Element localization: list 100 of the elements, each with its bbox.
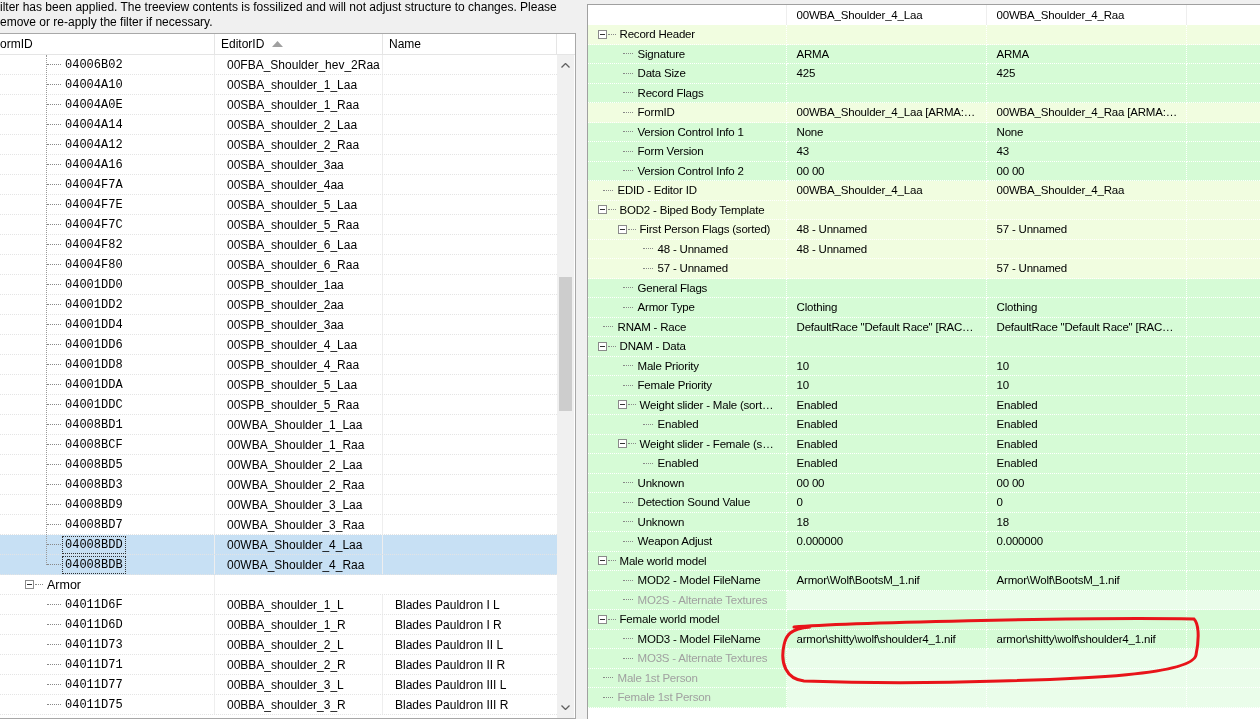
- collapse-icon[interactable]: [597, 341, 607, 351]
- form-id-cell[interactable]: 04004A14: [63, 116, 125, 133]
- scroll-up-icon[interactable]: [561, 63, 570, 68]
- value-cell[interactable]: Enabled: [986, 454, 1187, 474]
- editor-id-cell[interactable]: 00WBA_Shoulder_3_Raa: [227, 517, 365, 532]
- record-row[interactable]: 04001DD2 00SPB_shoulder_2aa: [0, 295, 557, 315]
- value-cell[interactable]: 00WBA_Shoulder_4_Raa: [986, 181, 1187, 201]
- value-cell[interactable]: Armor\Wolf\BootsM_1.nif: [786, 571, 987, 591]
- form-id-cell[interactable]: 04006B02: [63, 56, 125, 73]
- scrollbar[interactable]: [557, 55, 574, 718]
- record-row[interactable]: 04001DD0 00SPB_shoulder_1aa: [0, 275, 557, 295]
- editor-id-cell[interactable]: 00WBA_Shoulder_3_Laa: [227, 497, 363, 512]
- editor-id-cell[interactable]: 00WBA_Shoulder_1_Laa: [227, 417, 363, 432]
- form-id-cell[interactable]: 04004F82: [63, 236, 125, 253]
- editor-id-cell[interactable]: 00FBA_Shoulder_hev_2Raa: [227, 57, 380, 72]
- record-row[interactable]: 04008BD3 00WBA_Shoulder_2_Raa: [0, 475, 557, 495]
- form-id-cell[interactable]: 04001DD2: [63, 296, 125, 313]
- field-label-cell[interactable]: BOD2 - Biped Body Template: [587, 200, 787, 220]
- record-row[interactable]: 04011D75 00BBA_shoulder_3_R Blades Pauldron III R: [0, 695, 557, 715]
- collapse-icon[interactable]: [617, 439, 627, 449]
- form-id-cell[interactable]: 04011D6F: [63, 596, 125, 613]
- editor-id-cell[interactable]: 00BBA_shoulder_1_R: [227, 617, 346, 632]
- editor-id-cell[interactable]: 00SBA_shoulder_5_Raa: [227, 217, 360, 232]
- record-row[interactable]: 04008BD9 00WBA_Shoulder_3_Laa: [0, 495, 557, 515]
- record-row[interactable]: 04008BD1 00WBA_Shoulder_1_Laa: [0, 415, 557, 435]
- record-row[interactable]: 04001DD6 00SPB_shoulder_4_Laa: [0, 335, 557, 355]
- editor-id-cell[interactable]: 00BBA_shoulder_3_R: [227, 697, 346, 712]
- value-cell[interactable]: 0: [986, 493, 1187, 513]
- field-label-cell[interactable]: Enabled: [587, 454, 787, 474]
- name-cell[interactable]: Blades Pauldron II L: [395, 637, 504, 652]
- value-cell[interactable]: 57 - Unnamed: [986, 220, 1187, 240]
- field-label-cell[interactable]: Male world model: [587, 551, 787, 571]
- name-cell[interactable]: Blades Pauldron III L: [395, 677, 507, 692]
- value-cell[interactable]: Clothing: [986, 298, 1187, 318]
- editor-id-cell[interactable]: 00BBA_shoulder_2_R: [227, 657, 346, 672]
- value-cell[interactable]: [786, 649, 987, 669]
- field-label-cell[interactable]: Version Control Info 1: [587, 122, 787, 142]
- name-cell[interactable]: Blades Pauldron III R: [395, 697, 509, 712]
- value-cell[interactable]: 00WBA_Shoulder_4_Laa [ARMA:…: [786, 103, 987, 123]
- editor-id-cell[interactable]: 00SBA_shoulder_2_Raa: [227, 137, 360, 152]
- group-label[interactable]: Armor: [47, 577, 82, 592]
- column-header[interactable]: ormID: [0, 34, 215, 54]
- field-label-cell[interactable]: General Flags: [587, 278, 787, 298]
- field-label-cell[interactable]: Record Flags: [587, 83, 787, 103]
- collapse-icon[interactable]: [597, 614, 607, 624]
- name-cell[interactable]: Blades Pauldron I L: [395, 597, 500, 612]
- form-id-cell[interactable]: 04011D77: [63, 676, 125, 693]
- value-cell[interactable]: [786, 688, 987, 708]
- value-cell[interactable]: [986, 649, 1187, 669]
- form-id-cell[interactable]: 04001DD6: [63, 336, 125, 353]
- editor-id-cell[interactable]: 00SBA_shoulder_1_Laa: [227, 77, 358, 92]
- field-label-cell[interactable]: Unknown: [587, 473, 787, 493]
- field-label-cell[interactable]: 57 - Unnamed: [587, 259, 787, 279]
- form-id-cell[interactable]: 04004F7A: [63, 176, 125, 193]
- value-cell[interactable]: 43: [786, 142, 987, 162]
- editor-id-cell[interactable]: 00WBA_Shoulder_4_Laa: [227, 537, 363, 552]
- field-label-cell[interactable]: Female world model: [587, 610, 787, 630]
- form-id-cell[interactable]: 04008BD3: [63, 476, 125, 493]
- value-cell[interactable]: 0.000000: [786, 532, 987, 552]
- collapse-icon[interactable]: [597, 205, 607, 215]
- editor-id-cell[interactable]: 00SPB_shoulder_4_Laa: [227, 337, 358, 352]
- record-row[interactable]: 04008BDD 00WBA_Shoulder_4_Laa: [0, 535, 557, 555]
- form-id-cell[interactable]: 04008BD7: [63, 516, 125, 533]
- form-id-cell[interactable]: 04004A0E: [63, 96, 125, 113]
- value-cell[interactable]: 425: [986, 64, 1187, 84]
- field-label-cell[interactable]: Male Priority: [587, 356, 787, 376]
- editor-id-cell[interactable]: 00SPB_shoulder_2aa: [227, 297, 344, 312]
- record-row[interactable]: 04008BDB 00WBA_Shoulder_4_Raa: [0, 555, 557, 575]
- value-cell[interactable]: 43: [986, 142, 1187, 162]
- record-row[interactable]: 04004F80 00SBA_shoulder_6_Raa: [0, 255, 557, 275]
- value-cell[interactable]: 00WBA_Shoulder_4_Raa [ARMA:…: [986, 103, 1187, 123]
- field-label-cell[interactable]: Armor Type: [587, 298, 787, 318]
- field-label-cell[interactable]: Enabled: [587, 415, 787, 435]
- record-row[interactable]: 04004F7A 00SBA_shoulder_4aa: [0, 175, 557, 195]
- field-label-cell[interactable]: MOD2 - Model FileName: [587, 571, 787, 591]
- record-row[interactable]: 04004A14 00SBA_shoulder_2_Laa: [0, 115, 557, 135]
- record-row[interactable]: 04001DD4 00SPB_shoulder_3aa: [0, 315, 557, 335]
- scroll-down-icon[interactable]: [561, 705, 570, 710]
- record-row[interactable]: 04004A0E 00SBA_shoulder_1_Raa: [0, 95, 557, 115]
- form-id-cell[interactable]: 04008BDB: [63, 556, 125, 573]
- form-id-cell[interactable]: 04008BD9: [63, 496, 125, 513]
- field-label-cell[interactable]: Weapon Adjust: [587, 532, 787, 552]
- field-label-cell[interactable]: RNAM - Race: [587, 317, 787, 337]
- value-cell[interactable]: 48 - Unnamed: [786, 220, 987, 240]
- value-cell[interactable]: Enabled: [786, 454, 987, 474]
- record-row[interactable]: 04004A16 00SBA_shoulder_3aa: [0, 155, 557, 175]
- form-id-cell[interactable]: 04008BDD: [63, 536, 125, 553]
- editor-id-cell[interactable]: 00SPB_shoulder_3aa: [227, 317, 344, 332]
- record-row[interactable]: 04006B02 00FBA_Shoulder_hev_2Raa: [0, 55, 557, 75]
- editor-id-cell[interactable]: 00WBA_Shoulder_1_Raa: [227, 437, 365, 452]
- form-id-cell[interactable]: 04011D6D: [63, 616, 125, 633]
- record-row[interactable]: 04004F82 00SBA_shoulder_6_Laa: [0, 235, 557, 255]
- form-id-cell[interactable]: 04001DD0: [63, 276, 125, 293]
- editor-id-cell[interactable]: 00SPB_shoulder_1aa: [227, 277, 344, 292]
- record-row[interactable]: 04004A12 00SBA_shoulder_2_Raa: [0, 135, 557, 155]
- value-cell[interactable]: 10: [986, 376, 1187, 396]
- collapse-icon[interactable]: [25, 580, 34, 589]
- collapse-icon[interactable]: [597, 29, 607, 39]
- form-id-cell[interactable]: 04011D75: [63, 696, 125, 713]
- editor-id-cell[interactable]: 00SPB_shoulder_5_Laa: [227, 377, 358, 392]
